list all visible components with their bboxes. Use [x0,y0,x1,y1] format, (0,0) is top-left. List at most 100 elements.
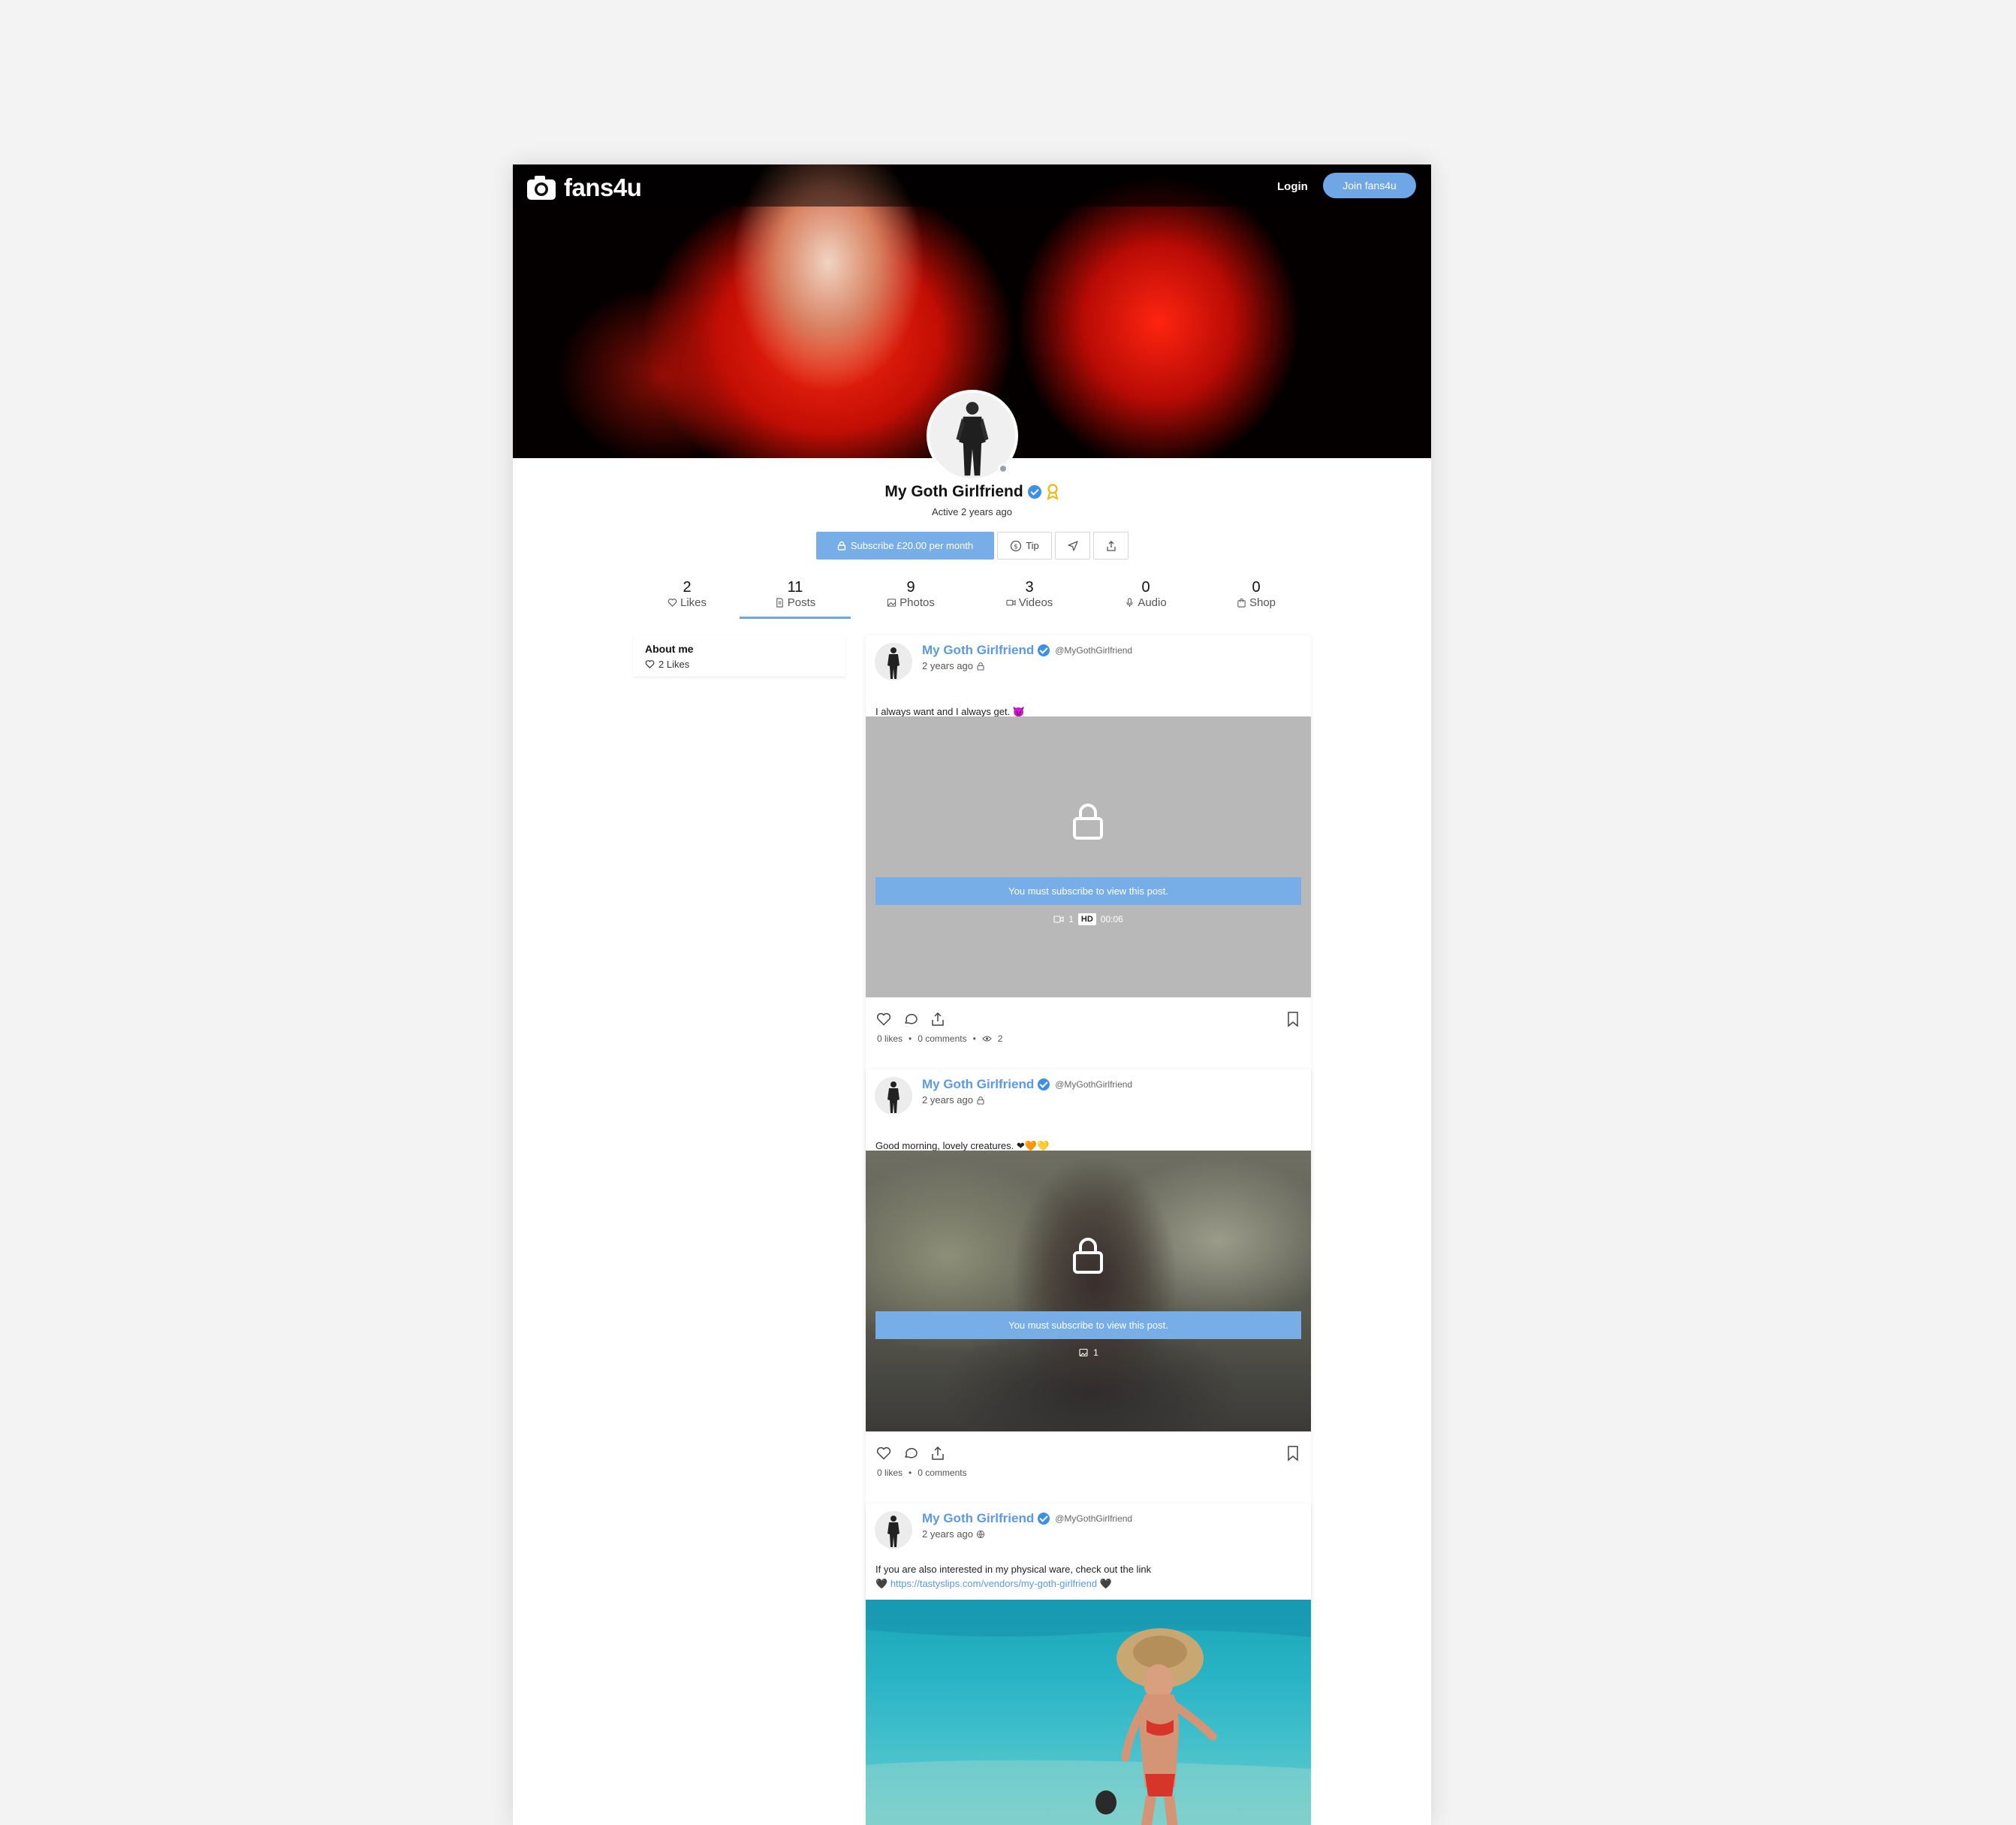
heart-icon[interactable] [875,1011,892,1027]
post-image[interactable] [866,1600,1311,1825]
tip-button[interactable]: $ Tip [997,532,1052,560]
tab-shop[interactable]: 0 Shop [1204,579,1309,609]
likes-count: 2 [683,579,692,596]
person-silhouette-icon [875,1077,912,1115]
post-author-handle[interactable]: @MyGothGirlfriend [1055,645,1132,656]
tab-posts[interactable]: 11 Posts [743,579,848,609]
post-card: My Goth Girlfriend @MyGothGirlfriend 2 y… [866,1504,1311,1825]
post-author-name[interactable]: My Goth Girlfriend [922,1077,1034,1092]
person-silhouette-icon [875,1511,912,1549]
comments-count[interactable]: 0 comments [918,1468,966,1478]
video-duration: 00:06 [1100,914,1123,925]
likes-label: Likes [680,596,707,609]
video-icon [1053,916,1064,923]
subscribe-to-view-button[interactable]: You must subscribe to view this post. [875,877,1301,905]
eye-icon [982,1036,992,1042]
post-time-text: 2 years ago [922,1528,973,1540]
logo[interactable]: fans4u [526,173,642,202]
join-button[interactable]: Join fans4u [1323,173,1416,198]
post-actions [875,1011,946,1027]
lock-icon [837,541,846,551]
profile-page: fans4u Login Join fans4u My Goth Girlfri… [513,164,1431,1825]
award-icon [1047,484,1059,500]
about-me-panel: About me 2 Likes [633,635,845,677]
tab-likes[interactable]: 2 Likes [634,579,740,609]
heart-emoji: 🖤 [875,1578,888,1589]
post-text: If you are also interested in my physica… [875,1562,1151,1591]
share-icon[interactable] [930,1445,946,1462]
active-tab-indicator [740,617,851,619]
videos-label: Videos [1018,596,1053,609]
posts-count: 11 [787,579,803,596]
coin-icon: $ [1011,540,1022,551]
media-info: 1 [866,1347,1311,1358]
share-icon [1106,540,1116,551]
lock-icon [1073,804,1103,840]
tab-videos[interactable]: 3 Videos [977,579,1082,609]
profile-name: My Goth Girlfriend [884,483,1023,500]
comments-count[interactable]: 0 comments [918,1033,966,1044]
comment-icon[interactable] [903,1011,919,1027]
post-meta: 0 likes • 0 comments [877,1468,967,1478]
bookmark-icon[interactable] [1285,1445,1300,1462]
posts-label: Posts [787,596,816,609]
verified-badge-icon [1027,485,1041,499]
post-author-name[interactable]: My Goth Girlfriend [922,643,1034,658]
share-icon[interactable] [930,1011,946,1027]
subscribe-button[interactable]: Subscribe £20.00 per month [816,532,994,560]
locked-media: You must subscribe to view this post. 1 … [866,716,1311,997]
beach-photo [866,1600,1311,1825]
share-button[interactable] [1093,532,1129,560]
login-link[interactable]: Login [1277,180,1308,193]
bookmark-icon[interactable] [1285,1011,1300,1027]
image-icon [1079,1348,1088,1357]
post-author: My Goth Girlfriend @MyGothGirlfriend [922,1511,1132,1526]
tab-photos[interactable]: 9 Photos [858,579,963,609]
post-author-avatar[interactable] [875,1511,912,1549]
image-icon [887,599,897,607]
post-author-name[interactable]: My Goth Girlfriend [922,1511,1034,1526]
vendor-link[interactable]: https://tastyslips.com/vendors/my-goth-g… [890,1578,1097,1589]
verified-badge-icon [1038,1513,1050,1525]
separator: • [909,1468,912,1478]
post-time: 2 years ago [922,1094,985,1106]
post-author-avatar[interactable] [875,643,912,680]
tab-audio[interactable]: 0 Audio [1093,579,1198,609]
send-icon [1067,540,1078,551]
post-actions [875,1445,946,1462]
post-meta: 0 likes • 0 comments • 2 [877,1033,1002,1044]
likes-count[interactable]: 0 likes [877,1468,903,1478]
post-author-handle[interactable]: @MyGothGirlfriend [1055,1513,1132,1524]
post-author-avatar[interactable] [875,1077,912,1115]
media-info: 1 HD 00:06 [866,913,1311,925]
subscribe-label: Subscribe £20.00 per month [850,540,974,551]
post-link-row: 🖤 https://tastyslips.com/vendors/my-goth… [875,1576,1151,1591]
comment-icon[interactable] [903,1445,919,1462]
heart-icon [667,599,677,607]
heart-icon[interactable] [875,1445,892,1462]
status-indicator [998,463,1008,474]
subscribe-to-view-button[interactable]: You must subscribe to view this post. [875,1311,1301,1339]
audio-count: 0 [1141,579,1150,596]
globe-icon [976,1530,985,1539]
profile-stats-tabs: 2 Likes 11 Posts 9 Photos 3 Videos 0 Aud… [633,579,1312,617]
lock-icon [977,662,984,671]
message-button[interactable] [1055,532,1090,560]
post-time: 2 years ago [922,660,985,671]
post-author-handle[interactable]: @MyGothGirlfriend [1055,1079,1132,1090]
verified-badge-icon [1038,644,1050,656]
post-author: My Goth Girlfriend @MyGothGirlfriend [922,643,1132,658]
heart-icon [645,660,655,668]
about-likes-text: 2 Likes [658,659,690,670]
lock-icon [1073,1238,1103,1274]
shop-count: 0 [1252,579,1261,596]
photos-label: Photos [900,596,935,609]
likes-count[interactable]: 0 likes [877,1033,903,1044]
separator: • [972,1033,976,1044]
profile-actions: Subscribe £20.00 per month $ Tip [816,532,1129,560]
media-count: 1 [1093,1347,1098,1358]
locked-media: You must subscribe to view this post. 1 [866,1151,1311,1431]
tip-label: Tip [1026,540,1039,551]
post-author: My Goth Girlfriend @MyGothGirlfriend [922,1077,1132,1092]
camera-icon [527,176,556,200]
